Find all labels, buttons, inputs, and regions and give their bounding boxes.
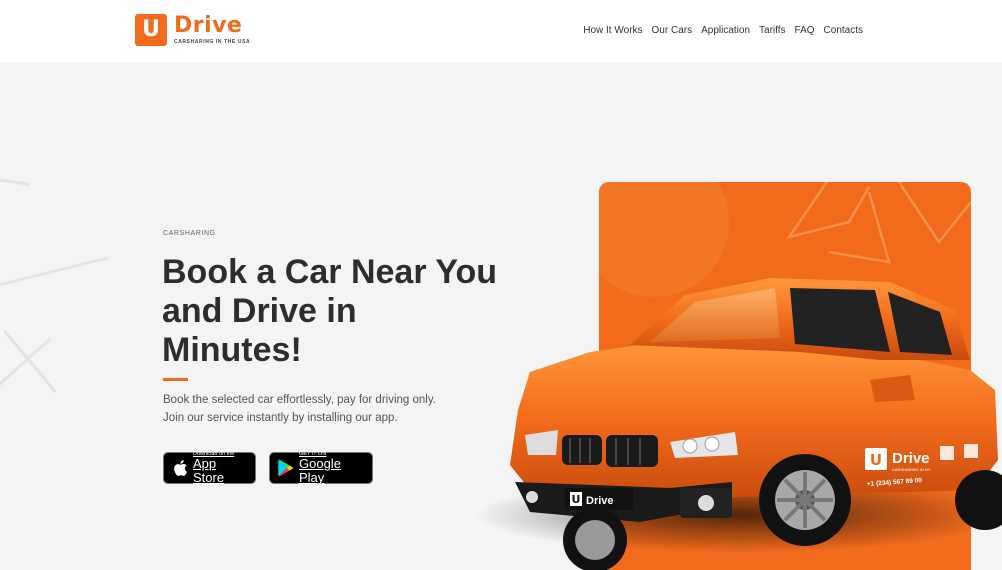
nav-faq[interactable]: FAQ [795,25,815,36]
hero-eyebrow: CARSHARING [163,230,216,237]
logo-mark: U [135,14,167,46]
nav-tariffs[interactable]: Tariffs [759,25,786,36]
nav-our-cars[interactable]: Our Cars [652,25,693,36]
side-logo-letter: U [870,451,882,469]
app-store-button[interactable]: Download on the App Store [163,451,256,485]
logo-text: Drive CARSHARING IN THE USA [174,13,251,46]
logo-wordmark: Drive [174,13,243,38]
logo-tagline: CARSHARING IN THE USA [174,39,251,45]
hero-description-line: Book the selected car effortlessly, pay … [163,394,436,406]
nav-application[interactable]: Application [701,25,750,36]
app-store-text: Download on the App Store [193,451,247,485]
hero-description: Book the selected car effortlessly, pay … [163,391,483,427]
google-play-label: Google Play [299,456,341,485]
plate-brand-text: Drive [586,495,614,507]
plate-logo-letter: U [572,493,581,506]
apple-icon [174,460,188,476]
title-accent-bar [163,378,188,381]
brand-logo[interactable]: U Drive CARSHARING IN THE USA [135,14,250,46]
decorative-line [0,177,31,186]
side-tagline-text: CARSHARING IN NY [892,467,931,472]
nav-contacts[interactable]: Contacts [824,25,863,36]
hero-description-line: Join our service instantly by installing… [163,412,398,424]
decorative-line [0,256,109,291]
site-header: U Drive CARSHARING IN THE USA How It Wor… [0,0,1002,62]
google-play-text: GET IT ON Google Play [299,451,364,485]
side-brand-text: Drive [892,450,930,467]
hero-section: CARSHARING Book a Car Near You and Drive… [0,62,1002,570]
google-play-icon [278,459,293,477]
google-play-button[interactable]: GET IT ON Google Play [269,451,373,485]
main-nav: How It Works Our Cars Application Tariff… [583,25,863,36]
car-illustration: U Drive U Drive CARSHARING IN NY +1 (234… [475,278,1002,570]
app-store-label: App Store [193,456,225,485]
nav-how-it-works[interactable]: How It Works [583,25,642,36]
